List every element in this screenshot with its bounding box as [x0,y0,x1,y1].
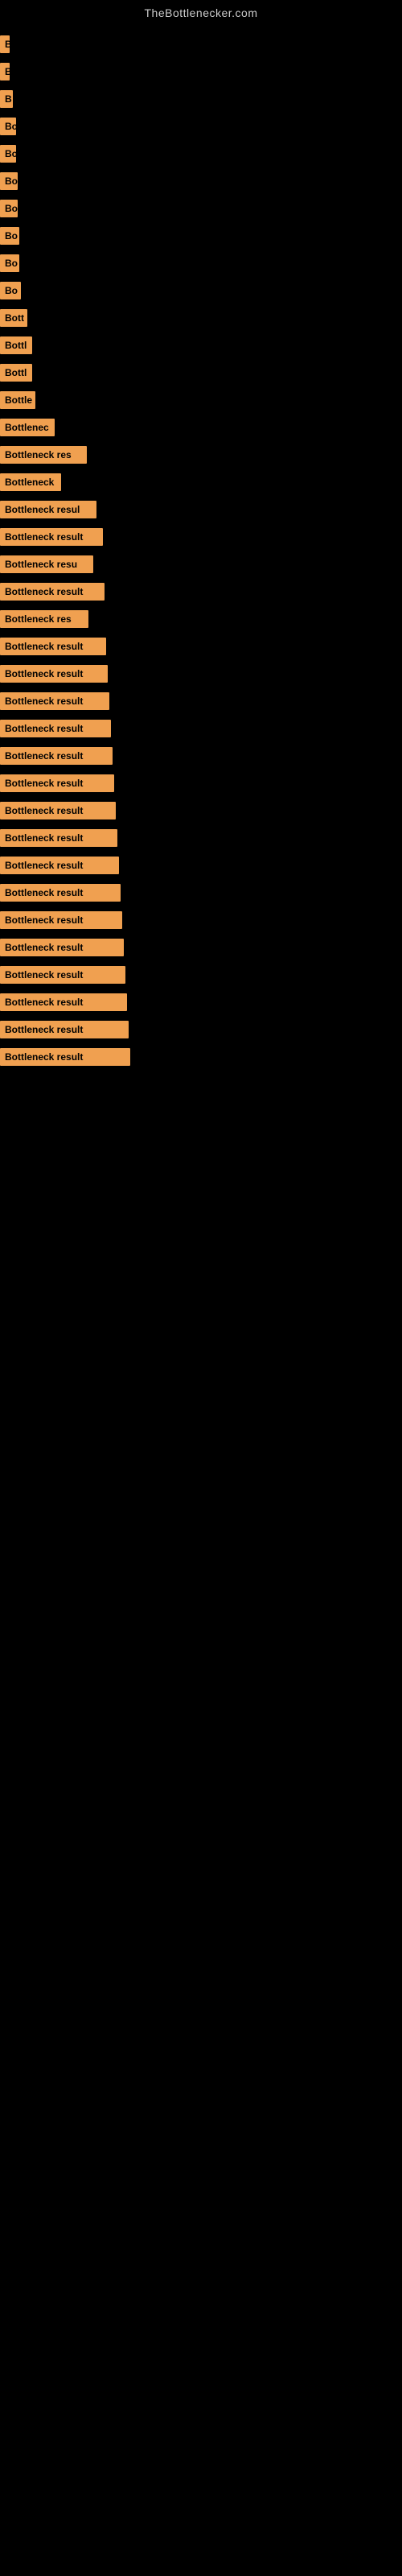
list-item: Bottleneck result [0,770,402,797]
list-item: Bottleneck result [0,523,402,551]
bottleneck-label: Bottleneck result [0,747,113,765]
bottleneck-label: Bo [0,254,19,272]
list-item: Bottlenec [0,414,402,441]
list-item: Bottleneck result [0,906,402,934]
bottleneck-label: Bottleneck resu [0,555,93,573]
list-item: Bottleneck result [0,879,402,906]
bottleneck-label: Bottleneck result [0,802,116,819]
bottleneck-label: Bottleneck result [0,884,121,902]
list-item: Bottleneck result [0,797,402,824]
bottleneck-label: Bottleneck result [0,638,106,655]
list-item: Bottleneck result [0,742,402,770]
list-item: Bott [0,304,402,332]
list-item: B [0,31,402,58]
bottleneck-label: Bottleneck result [0,966,125,984]
list-item: Bottleneck resu [0,551,402,578]
list-item: Bottleneck result [0,852,402,879]
bottleneck-label: Bo [0,227,19,245]
bottleneck-label: Bottleneck result [0,993,127,1011]
list-item: B [0,58,402,85]
bottleneck-label: Bottleneck result [0,774,114,792]
bottleneck-label: Bottleneck result [0,583,105,601]
bottleneck-label: Bo [0,145,16,163]
list-item: Bottleneck result [0,989,402,1016]
list-item: Bo [0,167,402,195]
list-item: Bottleneck result [0,934,402,961]
list-item: Bo [0,277,402,304]
list-item: Bottleneck res [0,441,402,469]
list-item: Bottleneck result [0,660,402,687]
list-item: Bo [0,250,402,277]
bottleneck-label: B [0,63,10,80]
bottleneck-label: Bottleneck result [0,911,122,929]
bottleneck-label: Bottleneck res [0,446,87,464]
bottleneck-label: Bottleneck result [0,720,111,737]
bottleneck-label: Bo [0,282,21,299]
list-item: Bo [0,113,402,140]
list-item: Bo [0,195,402,222]
list-item: Bottleneck resul [0,496,402,523]
bottleneck-label: Bo [0,172,18,190]
bottleneck-label: Bottleneck result [0,1021,129,1038]
list-item: Bottle [0,386,402,414]
bottleneck-label: Bottleneck result [0,692,109,710]
list-item: Bottleneck result [0,824,402,852]
bottleneck-label: Bottleneck result [0,857,119,874]
bottleneck-label: Bottleneck result [0,1048,130,1066]
list-item: Bo [0,222,402,250]
list-item: Bo [0,140,402,167]
bottleneck-label: B [0,35,10,53]
list-item: Bottl [0,359,402,386]
list-item: Bottleneck result [0,961,402,989]
bottleneck-label: Bottleneck resul [0,501,96,518]
bottleneck-label: Bottleneck res [0,610,88,628]
list-item: Bottleneck res [0,605,402,633]
list-item: Bottleneck result [0,715,402,742]
list-item: Bottleneck result [0,578,402,605]
bottleneck-label: Bottle [0,391,35,409]
list-item: Bottleneck result [0,1043,402,1071]
bottleneck-label: Bo [0,200,18,217]
list-item: Bottleneck result [0,687,402,715]
bottleneck-label: Bo [0,118,16,135]
bottleneck-label: Bottl [0,364,32,382]
bottleneck-label: Bottleneck result [0,665,108,683]
list-item: B [0,85,402,113]
items-list: BBBBoBoBoBoBoBoBoBottBottlBottlBottleBot… [0,23,402,1079]
bottleneck-label: Bottleneck result [0,829,117,847]
bottleneck-label: Bottleneck result [0,528,103,546]
list-item: Bottleneck [0,469,402,496]
bottleneck-label: Bottl [0,336,32,354]
bottleneck-label: Bott [0,309,27,327]
bottleneck-label: Bottleneck [0,473,61,491]
list-item: Bottl [0,332,402,359]
list-item: Bottleneck result [0,1016,402,1043]
bottleneck-label: Bottleneck result [0,939,124,956]
bottleneck-label: B [0,90,13,108]
list-item: Bottleneck result [0,633,402,660]
bottleneck-label: Bottlenec [0,419,55,436]
site-title: TheBottlenecker.com [0,0,402,23]
